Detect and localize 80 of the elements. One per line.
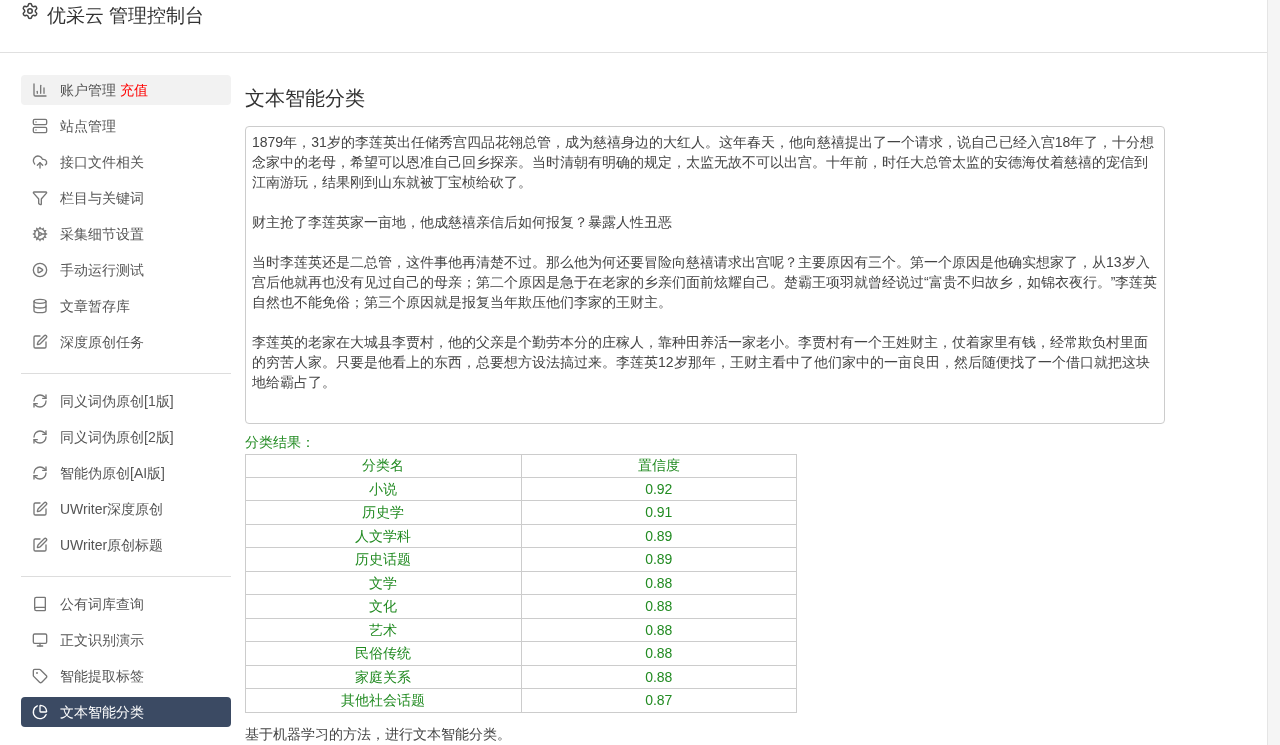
sidebar-item[interactable]: 智能提取标签 bbox=[21, 661, 231, 691]
sidebar-label: 同义词伪原创[1版] bbox=[60, 391, 174, 411]
sidebar-item[interactable]: 同义词伪原创[2版] bbox=[21, 422, 231, 452]
sidebar-label: 文本智能分类 bbox=[60, 702, 144, 722]
play-icon bbox=[32, 262, 48, 278]
table-cell: 历史学 bbox=[245, 500, 521, 525]
sidebar-label: 栏目与关键词 bbox=[60, 188, 144, 208]
refresh-icon bbox=[32, 393, 48, 409]
sidebar-item[interactable]: 正文识别演示 bbox=[21, 625, 231, 655]
sidebar-label: 采集细节设置 bbox=[60, 224, 144, 244]
table-cell: 0.88 bbox=[521, 571, 797, 595]
sidebar-label: 账户管理 bbox=[60, 80, 116, 100]
column-header: 分类名 bbox=[245, 454, 521, 478]
table-cell: 艺术 bbox=[245, 618, 521, 642]
bar-chart-icon bbox=[32, 82, 48, 98]
page-title: 文本智能分类 bbox=[245, 86, 366, 111]
result-label: 分类结果： bbox=[245, 432, 316, 452]
cloud-upload-icon bbox=[32, 154, 48, 170]
table-cell: 文化 bbox=[245, 594, 521, 619]
sidebar-item[interactable]: 栏目与关键词 bbox=[21, 183, 231, 213]
table-cell: 家庭关系 bbox=[245, 665, 521, 689]
recharge-link[interactable]: 充值 bbox=[120, 79, 148, 101]
tag-icon bbox=[32, 668, 48, 684]
database-icon bbox=[32, 298, 48, 314]
sidebar-item[interactable]: 公有词库查询 bbox=[21, 589, 231, 619]
edit-icon bbox=[32, 501, 48, 517]
sidebar-label: UWriter原创标题 bbox=[60, 535, 164, 555]
table-cell: 历史话题 bbox=[245, 547, 521, 572]
edit-icon bbox=[32, 537, 48, 553]
table-cell: 小说 bbox=[245, 477, 521, 501]
table-cell: 0.92 bbox=[521, 477, 797, 501]
sidebar-item[interactable]: 深度原创任务 bbox=[21, 327, 231, 357]
table-cell: 民俗传统 bbox=[245, 641, 521, 666]
table-cell: 文学 bbox=[245, 571, 521, 595]
sidebar-item[interactable]: UWriter深度原创 bbox=[21, 494, 231, 524]
table-cell: 0.87 bbox=[521, 688, 797, 713]
sidebar-label: 手动运行测试 bbox=[60, 260, 144, 280]
sidebar-label: 智能伪原创[AI版] bbox=[60, 463, 165, 483]
table-cell: 0.88 bbox=[521, 641, 797, 666]
sidebar-label: 公有词库查询 bbox=[60, 594, 144, 614]
pie-chart-icon bbox=[32, 704, 48, 720]
sidebar-label: 文章暂存库 bbox=[60, 296, 130, 316]
sidebar-item[interactable]: 同义词伪原创[1版] bbox=[21, 386, 231, 416]
app-title: 优采云 管理控制台 bbox=[47, 4, 205, 28]
description-text: 基于机器学习的方法，进行文本智能分类。 bbox=[245, 725, 512, 744]
refresh-icon bbox=[32, 465, 48, 481]
table-cell: 人文学科 bbox=[245, 524, 521, 548]
sidebar-label: 深度原创任务 bbox=[60, 332, 144, 352]
sidebar-item[interactable]: 手动运行测试 bbox=[21, 255, 231, 285]
sidebar-label: UWriter深度原创 bbox=[60, 499, 164, 519]
table-cell: 0.88 bbox=[521, 618, 797, 642]
column-header: 置信度 bbox=[521, 454, 797, 478]
server-icon bbox=[32, 118, 48, 134]
table-cell: 0.89 bbox=[521, 524, 797, 548]
table-cell: 0.89 bbox=[521, 547, 797, 572]
sidebar-label: 正文识别演示 bbox=[60, 630, 144, 650]
sidebar-item[interactable]: 账户管理 充值 bbox=[21, 75, 231, 105]
edit-icon bbox=[32, 334, 48, 350]
table-cell: 0.91 bbox=[521, 500, 797, 525]
sidebar-item[interactable]: 文本智能分类 bbox=[21, 697, 231, 727]
settings-icon bbox=[21, 2, 39, 20]
sidebar-item[interactable]: 站点管理 bbox=[21, 111, 231, 141]
sidebar-item[interactable]: 智能伪原创[AI版] bbox=[21, 458, 231, 488]
sidebar-label: 智能提取标签 bbox=[60, 666, 144, 686]
filter-icon bbox=[32, 190, 48, 206]
book-icon bbox=[32, 596, 48, 612]
sidebar-label: 同义词伪原创[2版] bbox=[60, 427, 174, 447]
sidebar-item[interactable]: 文章暂存库 bbox=[21, 291, 231, 321]
monitor-icon bbox=[32, 632, 48, 648]
sidebar-item[interactable]: 接口文件相关 bbox=[21, 147, 231, 177]
sidebar-item[interactable]: 采集细节设置 bbox=[21, 219, 231, 249]
text-input-field[interactable]: 1879年，31岁的李莲英出任储秀宫四品花翎总管，成为慈禧身边的大红人。这年春天，他向慈禧提出了一个请求，说自己已经入宫18年了，十分想念家中的老母，希望可以恩准自己回乡探亲。当时清朝有明确的规定，太监无故不可以出宫。十年前，时任大总管太监的安德海仗着慈禧的宠信到江南游玩，结果刚到山东就被丁宝桢给砍了。 财主抢了李莲英家一亩地，他成慈禧亲信后如何报复？暴露人性丑恶 当时李莲英还是二总管，这件事他再清楚不过。那么他为何还要冒险向慈禧请求出宫呢？主要原因有三个。第一个原因是他确实想家了，从13岁入宫后他就再也没有见过自己的母亲；第二个原因是急于在老家的乡亲们面前炫耀自己。楚霸王项羽就曾经说过“富贵不归故乡，如锦衣夜行。”李莲英自然也不能免俗；第三个原因就是报复当年欺压他们李家的王财主。 李莲英的老家在大城县李贾村，他的父亲是个勤劳本分的庄稼人，靠种田养活一家老小。李贾村有一个王姓财主，仗着家里有钱，经常欺负村里面的穷苦人家。只要是他看上的东西，总要想方设法搞过来。李莲英12岁那年，王财主看中了他们家中的一亩良田，然后随便找了一个借口就把这块地给霸占了。 bbox=[245, 126, 1165, 424]
table-cell: 0.88 bbox=[521, 665, 797, 689]
sidebar-label: 接口文件相关 bbox=[60, 152, 144, 172]
sidebar-item[interactable]: UWriter原创标题 bbox=[21, 530, 231, 560]
sidebar-label: 站点管理 bbox=[60, 116, 116, 136]
table-cell: 0.88 bbox=[521, 594, 797, 619]
refresh-icon bbox=[32, 429, 48, 445]
table-cell: 其他社会话题 bbox=[245, 688, 521, 713]
gears-icon bbox=[32, 226, 48, 242]
